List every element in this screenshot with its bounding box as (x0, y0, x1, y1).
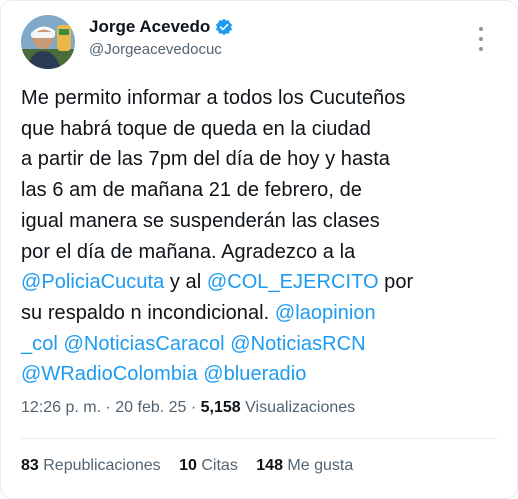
user-handle[interactable]: @Jorgeacevedocuc (89, 41, 233, 58)
tweet-text-line: Me permito informar a todos los Cucuteño… (21, 83, 511, 114)
tweet-header: Jorge Acevedo @Jorgeacevedocuc (21, 15, 501, 69)
likes-label: Me gusta (287, 457, 354, 474)
meta-separator: · (101, 399, 116, 416)
mention-link[interactable]: @NoticiasRCN (230, 333, 365, 355)
reposts-label: Republicaciones (43, 457, 161, 474)
likes-stat[interactable]: 148 Me gusta (256, 457, 353, 474)
display-name[interactable]: Jorge Acevedo (89, 17, 210, 37)
tweet-text-line: su respaldo n incondicional. @laopinion (21, 298, 511, 329)
more-options-icon[interactable] (471, 27, 491, 51)
reposts-count: 83 (21, 457, 39, 474)
mention-link[interactable]: @COL_EJERCITO (207, 271, 379, 293)
tweet-date[interactable]: 20 feb. 25 (115, 399, 186, 416)
views-count: 5,158 (200, 399, 241, 416)
tweet-text-segment: por el día de mañana. Agradezco a la (21, 240, 356, 263)
divider (21, 438, 497, 439)
meta-separator: · (186, 399, 201, 416)
tweet-meta: 12:26 p. m. · 20 feb. 25 · 5,158 Visuali… (21, 399, 355, 417)
tweet-text-segment: las 6 am de mañana 21 de febrero, de (21, 179, 362, 202)
tweet-time[interactable]: 12:26 p. m. (21, 399, 101, 416)
views-label: Visualizaciones (240, 399, 356, 416)
quotes-stat[interactable]: 10 Citas (179, 457, 238, 474)
mention-link[interactable]: @blueradio (203, 363, 306, 385)
tweet-text: Me permito informar a todos los Cucuteño… (21, 83, 511, 390)
tweet-stats: 83 Republicaciones 10 Citas 148 Me gusta (21, 457, 367, 475)
mention-link[interactable]: _col (21, 333, 58, 355)
tweet-text-line: @WRadioColombia @blueradio (21, 359, 511, 390)
quotes-count: 10 (179, 457, 197, 474)
tweet-text-segment: a partir de las 7pm del día de hoy y has… (21, 148, 390, 171)
tweet-text-line: @PoliciaCucuta y al @COL_EJERCITO por (21, 267, 511, 298)
tweet-card: Jorge Acevedo @Jorgeacevedocuc Me permit… (0, 0, 518, 499)
verified-badge-icon (215, 18, 233, 36)
tweet-text-line: las 6 am de mañana 21 de febrero, de (21, 175, 511, 206)
reposts-stat[interactable]: 83 Republicaciones (21, 457, 161, 474)
user-names: Jorge Acevedo @Jorgeacevedocuc (89, 17, 233, 58)
likes-count: 148 (256, 457, 283, 474)
tweet-text-line: que habrá toque de queda en la ciudad (21, 114, 511, 145)
avatar-image (21, 15, 75, 69)
tweet-text-segment: por (378, 271, 414, 294)
tweet-text-line: _col @NoticiasCaracol @NoticiasRCN (21, 329, 511, 360)
tweet-text-line: igual manera se suspenderán las clases (21, 206, 511, 237)
tweet-text-segment: que habrá toque de queda en la ciudad (21, 117, 371, 140)
tweet-text-segment: igual manera se suspenderán las clases (21, 209, 380, 232)
mention-link[interactable]: @PoliciaCucuta (21, 271, 164, 293)
tweet-text-line: a partir de las 7pm del día de hoy y has… (21, 144, 511, 175)
avatar[interactable] (21, 15, 75, 69)
tweet-text-segment: su respaldo n incondicional. (21, 301, 275, 324)
mention-link[interactable]: @NoticiasCaracol (64, 333, 225, 355)
tweet-text-segment: y al (164, 271, 207, 294)
tweet-text-segment: Me permito informar a todos los Cucuteño… (21, 87, 406, 109)
quotes-label: Citas (201, 457, 238, 474)
tweet-text-line: por el día de mañana. Agradezco a la (21, 237, 511, 268)
mention-link[interactable]: @laopinion (275, 302, 376, 324)
mention-link[interactable]: @WRadioColombia (21, 363, 198, 385)
